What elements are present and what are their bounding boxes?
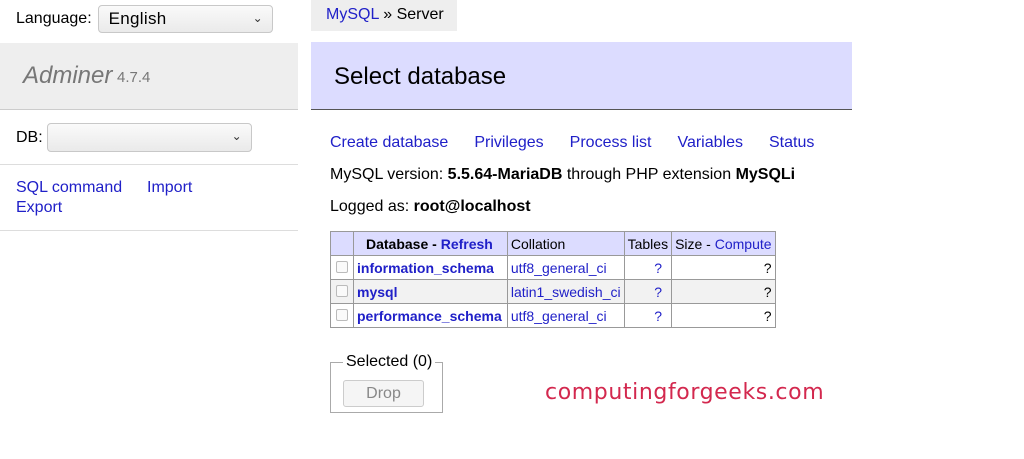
server-nav-links: Create database Privileges Process list … bbox=[330, 134, 840, 152]
app-header: Adminer 4.7.4 bbox=[0, 43, 298, 110]
breadcrumb-current: Server bbox=[396, 6, 444, 23]
db-label: DB: bbox=[16, 128, 43, 146]
watermark-text: computingforgeeks.com bbox=[545, 380, 825, 405]
row-checkbox[interactable] bbox=[336, 260, 348, 273]
language-label: Language: bbox=[16, 10, 92, 27]
collation-column-header: Collation bbox=[506, 231, 625, 256]
size-header-label: Size bbox=[675, 235, 703, 252]
select-all-header bbox=[330, 231, 354, 256]
import-link[interactable]: Import bbox=[147, 179, 192, 197]
database-table: Database - Refresh Collation Tables Size… bbox=[330, 231, 776, 328]
table-header-row: Database - Refresh Collation Tables Size… bbox=[330, 231, 776, 256]
process-list-link[interactable]: Process list bbox=[570, 134, 652, 152]
table-row: performance_schema utf8_general_ci ? ? bbox=[330, 303, 776, 328]
tables-link[interactable]: ? bbox=[654, 308, 662, 324]
version-value: 5.5.64-MariaDB bbox=[447, 166, 563, 183]
app-name-link[interactable]: Adminer bbox=[23, 62, 112, 90]
tables-cell: ? bbox=[623, 255, 673, 280]
size-cell: ? bbox=[671, 303, 776, 328]
collation-cell: utf8_general_ci bbox=[506, 303, 625, 328]
size-column-header: Size - Compute bbox=[671, 231, 776, 256]
tables-link[interactable]: ? bbox=[654, 260, 662, 276]
logged-info: Logged as: root@localhost bbox=[330, 198, 531, 216]
divider bbox=[0, 164, 298, 165]
tables-link[interactable]: ? bbox=[654, 284, 662, 300]
row-checkbox[interactable] bbox=[336, 284, 348, 297]
app-version: 4.7.4 bbox=[117, 69, 151, 86]
language-row: Language: English ⌄ bbox=[16, 5, 273, 33]
tables-cell: ? bbox=[623, 279, 673, 304]
extension-value: MySQLi bbox=[735, 166, 796, 183]
language-select-value: English bbox=[108, 9, 167, 28]
tables-cell: ? bbox=[623, 303, 673, 328]
logged-prefix: Logged as: bbox=[330, 198, 410, 215]
collation-cell: latin1_swedish_ci bbox=[506, 279, 625, 304]
size-cell: ? bbox=[671, 279, 776, 304]
status-link[interactable]: Status bbox=[769, 134, 814, 152]
row-checkbox-cell bbox=[330, 279, 354, 304]
tables-column-header: Tables bbox=[623, 231, 673, 256]
database-link[interactable]: mysql bbox=[357, 284, 397, 300]
refresh-link[interactable]: Refresh bbox=[441, 236, 493, 252]
database-link[interactable]: information_schema bbox=[357, 260, 494, 276]
selected-legend: Selected (0) bbox=[343, 353, 436, 371]
database-name-cell: information_schema bbox=[353, 255, 508, 280]
chevron-down-icon: ⌄ bbox=[252, 11, 263, 25]
database-header-label: Database bbox=[366, 235, 429, 252]
drop-button[interactable]: Drop bbox=[343, 380, 424, 407]
row-checkbox-cell bbox=[330, 255, 354, 280]
header-dash: - bbox=[428, 235, 441, 252]
logged-user: root@localhost bbox=[413, 198, 531, 215]
export-link[interactable]: Export bbox=[16, 199, 62, 217]
database-link[interactable]: performance_schema bbox=[357, 308, 502, 324]
row-checkbox[interactable] bbox=[336, 308, 348, 321]
breadcrumb-separator: » bbox=[383, 6, 393, 23]
divider bbox=[0, 230, 298, 231]
breadcrumb-driver-link[interactable]: MySQL bbox=[326, 6, 379, 23]
compute-link[interactable]: Compute bbox=[715, 236, 772, 252]
page-header: Select database bbox=[311, 42, 852, 110]
size-cell: ? bbox=[671, 255, 776, 280]
collation-cell: utf8_general_ci bbox=[506, 255, 625, 280]
sidebar: Language: English ⌄ Adminer 4.7.4 DB: ⌄ … bbox=[0, 0, 298, 459]
page-title: Select database bbox=[334, 63, 507, 90]
row-checkbox-cell bbox=[330, 303, 354, 328]
version-info: MySQL version: 5.5.64-MariaDB through PH… bbox=[330, 166, 795, 184]
collation-link[interactable]: utf8_general_ci bbox=[511, 260, 607, 276]
db-select[interactable]: ⌄ bbox=[46, 123, 252, 152]
collation-link[interactable]: utf8_general_ci bbox=[511, 308, 607, 324]
table-row: mysql latin1_swedish_ci ? ? bbox=[330, 279, 776, 304]
sql-command-link[interactable]: SQL command bbox=[16, 179, 122, 197]
version-prefix: MySQL version: bbox=[330, 166, 444, 183]
collation-link[interactable]: latin1_swedish_ci bbox=[511, 284, 621, 300]
breadcrumb: MySQL » Server bbox=[311, 0, 457, 31]
chevron-down-icon: ⌄ bbox=[231, 129, 242, 143]
version-mid: through PHP extension bbox=[566, 166, 732, 183]
language-select[interactable]: English ⌄ bbox=[97, 5, 273, 33]
database-column-header: Database - Refresh bbox=[353, 231, 508, 256]
database-name-cell: mysql bbox=[353, 279, 508, 304]
database-name-cell: performance_schema bbox=[353, 303, 508, 328]
create-database-link[interactable]: Create database bbox=[330, 134, 448, 152]
variables-link[interactable]: Variables bbox=[677, 134, 743, 152]
privileges-link[interactable]: Privileges bbox=[474, 134, 543, 152]
table-row: information_schema utf8_general_ci ? ? bbox=[330, 255, 776, 280]
db-row: DB: ⌄ bbox=[16, 123, 252, 152]
selected-fieldset: Selected (0) Drop bbox=[330, 353, 443, 413]
